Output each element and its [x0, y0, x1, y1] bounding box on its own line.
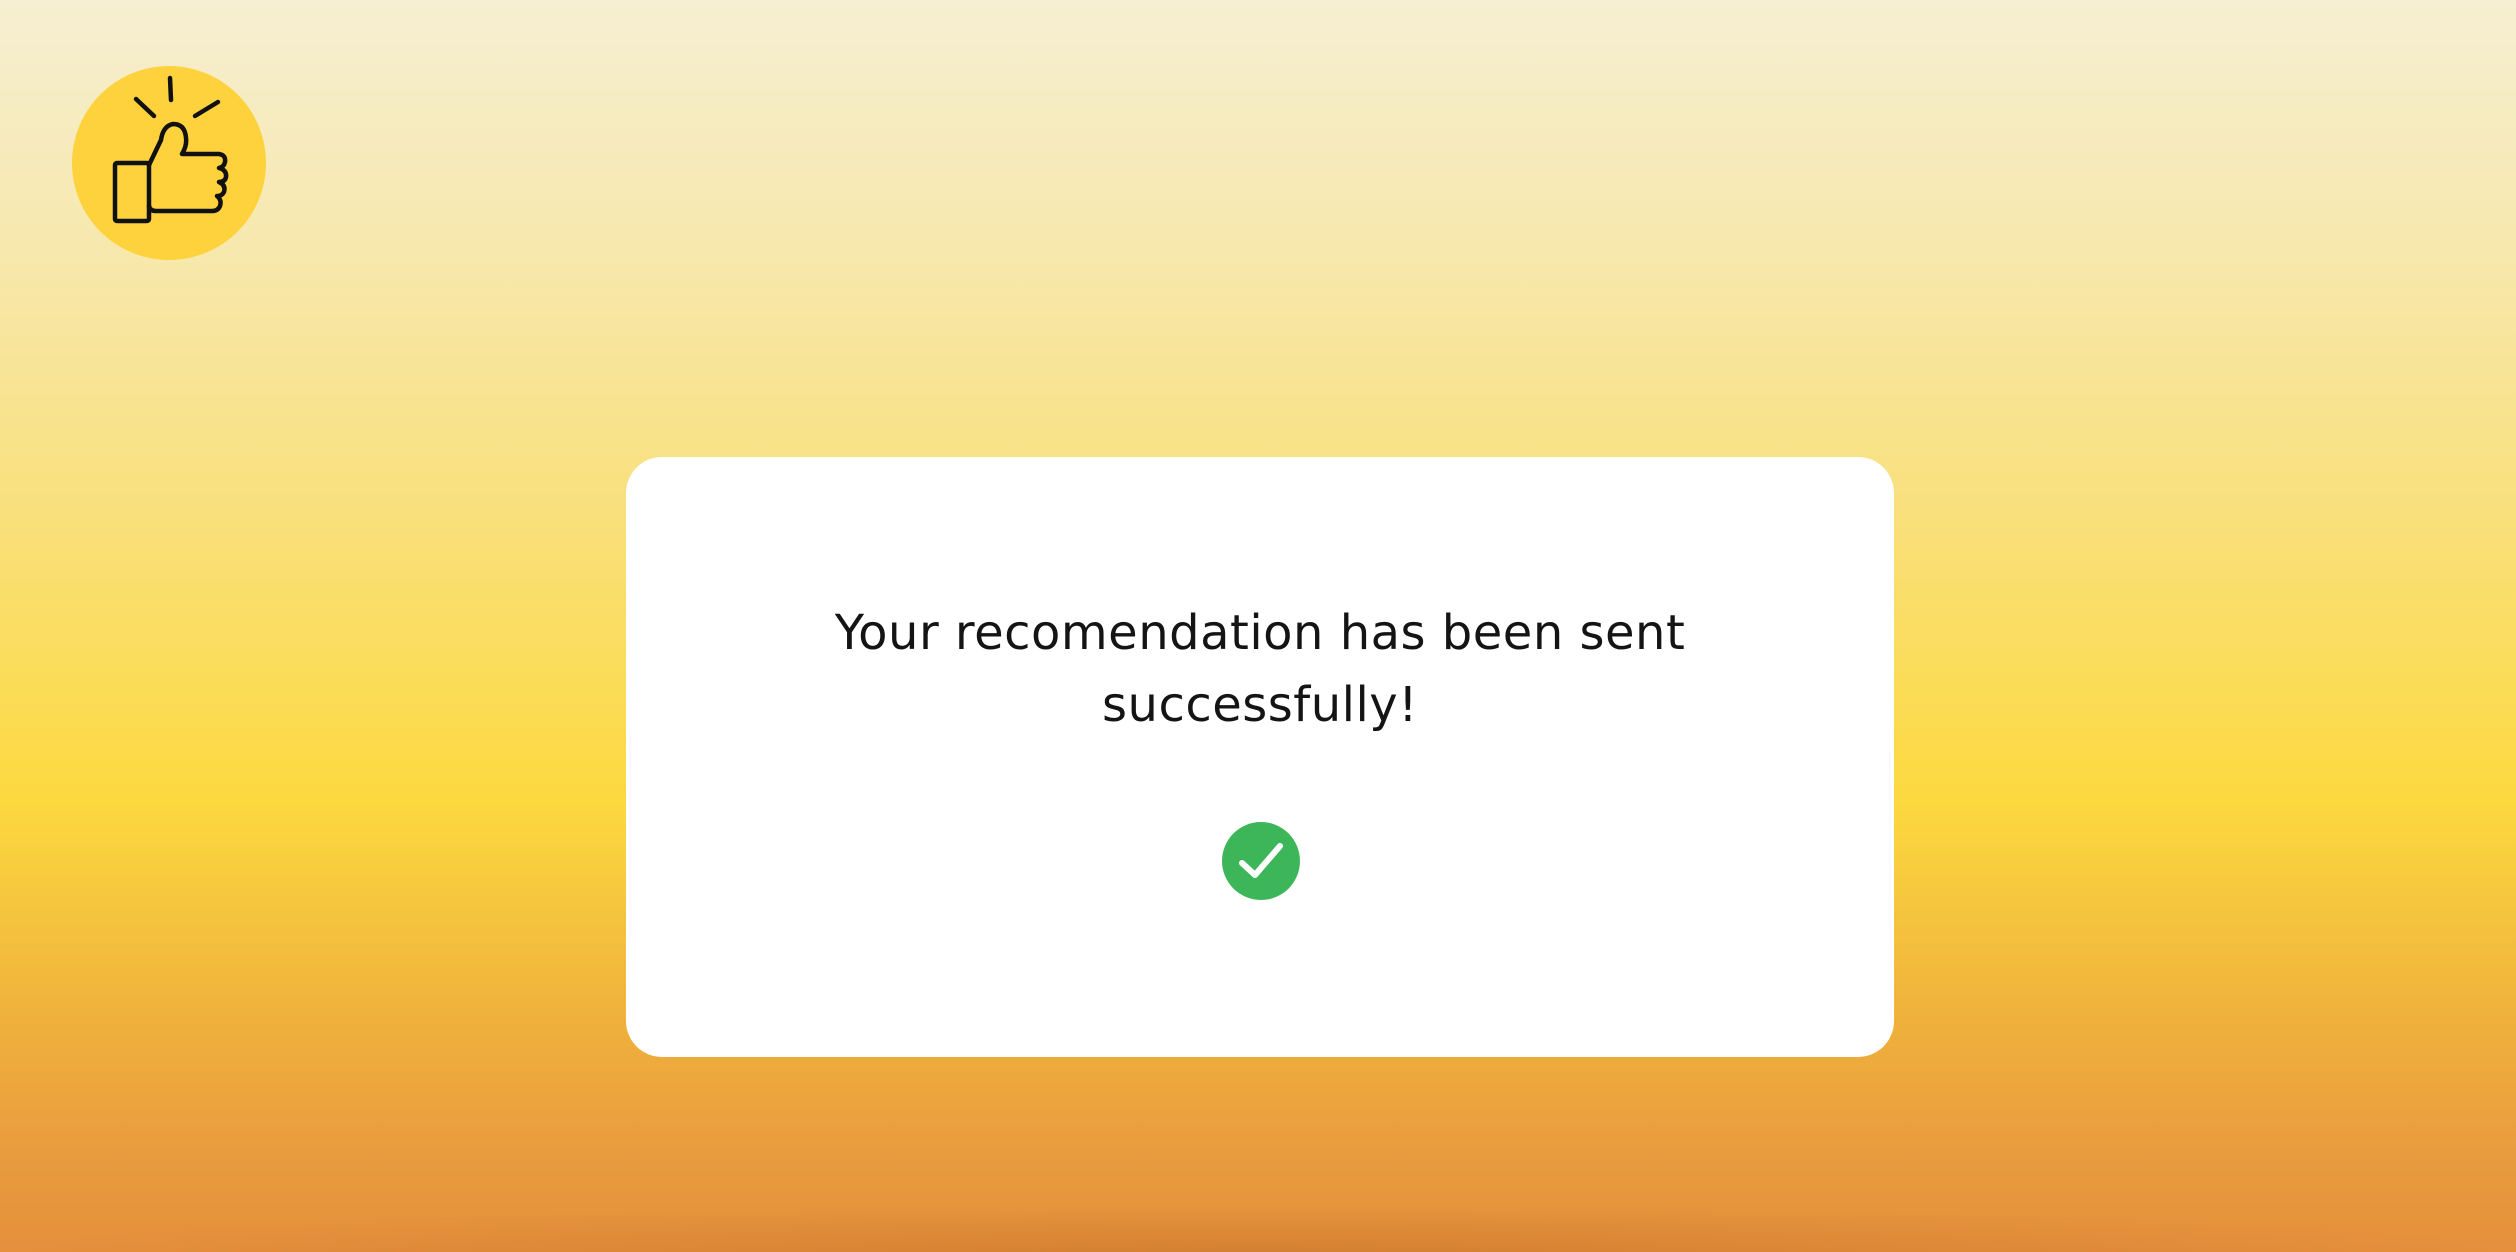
success-check-badge: [1222, 822, 1300, 900]
thumbs-up-icon: [112, 75, 229, 224]
success-message: Your recomendation has been sent success…: [834, 605, 1686, 733]
thumbs-up-logo: [72, 66, 266, 260]
check-icon: [1239, 843, 1283, 878]
success-dialog: Your recomendation has been sent success…: [626, 457, 1894, 1057]
background-shadow: [0, 1204, 2516, 1252]
